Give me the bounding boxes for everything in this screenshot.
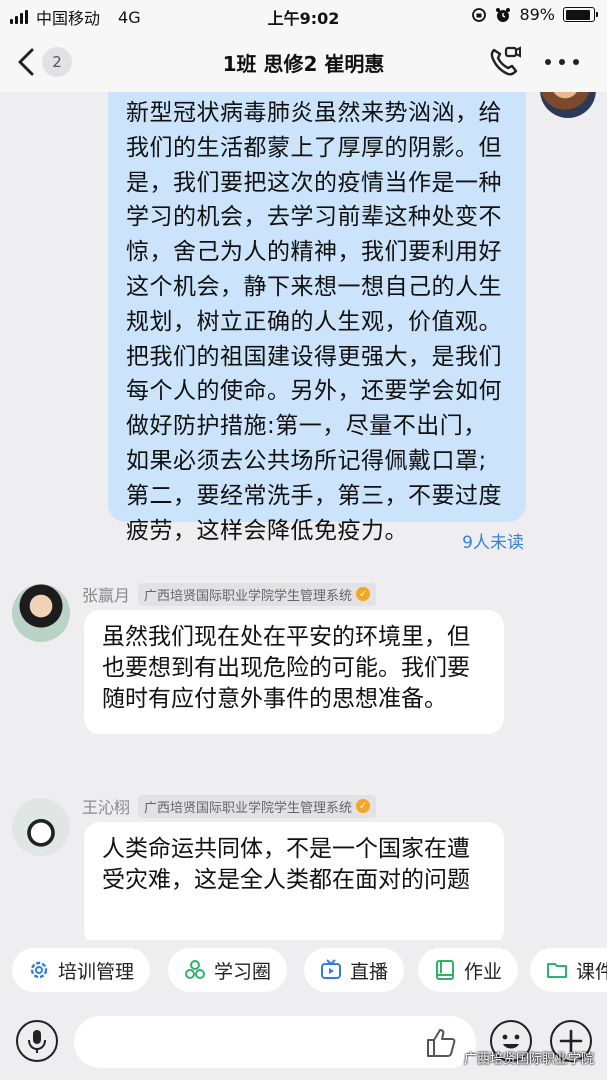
battery-icon bbox=[563, 7, 598, 22]
sender-line: 张赢月 广西培贤国际职业学院学生管理系统 ✓ bbox=[82, 582, 377, 606]
alarm-icon bbox=[496, 7, 511, 22]
call-button[interactable] bbox=[486, 44, 522, 80]
voice-button[interactable] bbox=[16, 1020, 58, 1062]
more-button[interactable] bbox=[540, 44, 584, 80]
org-tag: 广西培贤国际职业学院学生管理系统 ✓ bbox=[138, 582, 377, 606]
my-avatar[interactable] bbox=[540, 92, 596, 118]
watermark: 广西培贤国际职业学院 bbox=[464, 1052, 595, 1067]
incoming-message: 张赢月 广西培贤国际职业学院学生管理系统 ✓ 虽然我们现在处在平安的环境里，但也… bbox=[0, 582, 607, 742]
status-bar: 中国移动 4G 上午9:02 89% bbox=[0, 0, 607, 32]
message-input[interactable] bbox=[74, 1016, 476, 1068]
verified-icon: ✓ bbox=[356, 799, 371, 813]
quick-apps-bar[interactable]: 培训管理 学习圈 直播 作业 课件 bbox=[0, 940, 607, 1002]
quick-app-homework[interactable]: 作业 bbox=[418, 948, 519, 992]
orientation-lock-icon bbox=[472, 7, 487, 22]
read-status-link[interactable]: 9人未读 bbox=[400, 528, 524, 553]
more-dots-icon bbox=[545, 59, 579, 65]
sender-name: 王沁栩 bbox=[82, 798, 131, 817]
incoming-message: 王沁栩 广西培贤国际职业学院学生管理系统 ✓ 人类命运共同体，不是一个国家在遭受… bbox=[0, 794, 607, 940]
book-icon bbox=[436, 960, 454, 980]
verified-icon: ✓ bbox=[356, 587, 371, 601]
like-button[interactable] bbox=[424, 1026, 458, 1060]
phone-video-icon bbox=[490, 46, 521, 76]
quick-app-courseware[interactable]: 课件 bbox=[530, 948, 607, 992]
input-bar bbox=[0, 1002, 607, 1080]
gear-icon bbox=[30, 961, 48, 979]
quick-app-live[interactable]: 直播 bbox=[304, 948, 405, 992]
battery-percent: 89% bbox=[519, 5, 555, 24]
quick-app-label: 作业 bbox=[464, 960, 503, 983]
quick-app-training[interactable]: 培训管理 bbox=[12, 948, 151, 992]
chat-messages[interactable]: 新型冠状病毒肺炎虽然来势汹汹，给我们的生活都蒙上了厚厚的阴影。但是，我们要把这次… bbox=[0, 92, 607, 940]
thumbs-up-icon bbox=[427, 1029, 456, 1057]
quick-app-label: 培训管理 bbox=[58, 960, 135, 983]
chevron-left-icon bbox=[18, 48, 34, 76]
message-bubble[interactable]: 人类命运共同体，不是一个国家在遭受灾难，这是全人类都在面对的问题 bbox=[84, 822, 504, 940]
sender-line: 王沁栩 广西培贤国际职业学院学生管理系统 ✓ bbox=[82, 794, 377, 818]
folder-icon bbox=[547, 963, 567, 978]
my-message-bubble[interactable]: 新型冠状病毒肺炎虽然来势汹汹，给我们的生活都蒙上了厚厚的阴影。但是，我们要把这次… bbox=[108, 92, 526, 544]
avatar[interactable] bbox=[12, 798, 70, 856]
org-name: 广西培贤国际职业学院学生管理系统 bbox=[144, 800, 353, 816]
avatar[interactable] bbox=[12, 584, 70, 642]
quick-app-label: 学习圈 bbox=[214, 960, 272, 983]
sender-name: 张赢月 bbox=[82, 586, 131, 605]
tv-icon bbox=[321, 959, 341, 979]
message-bubble[interactable]: 虽然我们现在处在平安的环境里，但也要想到有出现危险的可能。我们要随时有应付意外事… bbox=[84, 610, 504, 734]
unread-count-badge: 2 bbox=[42, 47, 72, 77]
chat-header: 2 1班 思修2 崔明惠 bbox=[0, 32, 607, 92]
quick-app-label: 课件 bbox=[576, 960, 607, 983]
org-tag: 广西培贤国际职业学院学生管理系统 ✓ bbox=[138, 794, 377, 818]
back-button[interactable]: 2 bbox=[16, 44, 86, 80]
org-name: 广西培贤国际职业学院学生管理系统 bbox=[144, 588, 353, 604]
microphone-icon bbox=[28, 1030, 46, 1053]
quick-app-label: 直播 bbox=[350, 960, 389, 983]
circle-group-icon bbox=[185, 960, 205, 979]
quick-app-study-circle[interactable]: 学习圈 bbox=[168, 948, 288, 992]
